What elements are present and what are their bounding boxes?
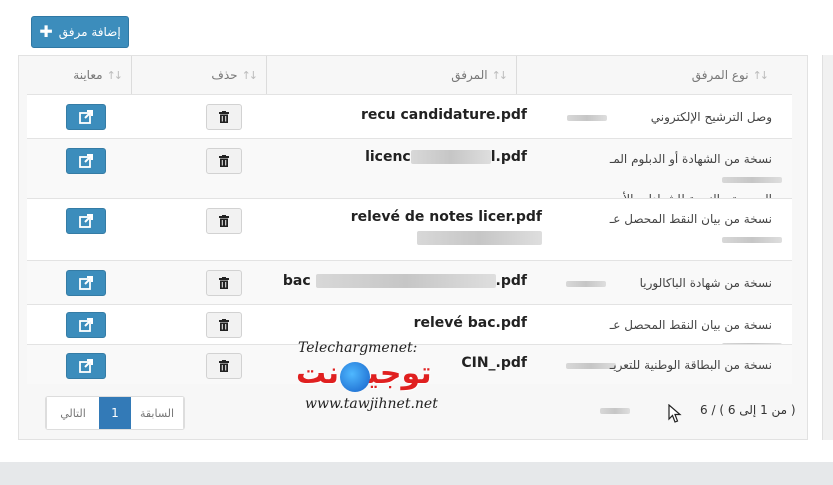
- trash-icon: [219, 215, 229, 227]
- sort-icon: ↓↑: [241, 68, 259, 82]
- header-type[interactable]: ↓↑ نوع المرفق: [517, 56, 807, 94]
- attachment-type: نسخة من البطاقة الوطنية للتعريـ: [562, 355, 772, 375]
- sort-icon: ↓↑: [491, 68, 509, 82]
- header-view[interactable]: ↓↑ معاينة: [19, 56, 132, 94]
- delete-button[interactable]: [206, 148, 242, 174]
- table-row: نسخة من الشهادة أو الدبلوم المـ الرسمية،…: [27, 138, 792, 206]
- sort-icon: ↓↑: [106, 68, 124, 82]
- pagination-prev[interactable]: السابقة: [131, 397, 184, 429]
- attachment-file[interactable]: licenc l.pdf: [247, 149, 527, 165]
- external-link-icon: [79, 359, 93, 373]
- trash-icon: [219, 111, 229, 123]
- pagination-info: ( من 1 إلى 6 ) / 6: [700, 403, 796, 417]
- delete-button[interactable]: [206, 270, 242, 296]
- external-link-icon: [79, 276, 93, 290]
- pagination-next[interactable]: التالي: [46, 397, 99, 429]
- redacted-text: [566, 114, 607, 121]
- attachment-file[interactable]: relevé bac.pdf: [247, 315, 527, 331]
- trash-icon: [219, 360, 229, 372]
- trash-icon: [219, 277, 229, 289]
- view-button[interactable]: [66, 148, 106, 174]
- view-button[interactable]: [66, 312, 106, 338]
- redacted-text: [565, 362, 616, 369]
- header-delete-label: حذف: [211, 68, 238, 82]
- redacted-text: [722, 176, 782, 183]
- mouse-cursor-icon: [668, 404, 682, 423]
- header-view-label: معاينة: [73, 68, 103, 82]
- delete-button[interactable]: [206, 208, 242, 234]
- delete-button[interactable]: [206, 104, 242, 130]
- redacted-text: [600, 408, 630, 414]
- delete-button[interactable]: [206, 312, 242, 338]
- table-row: نسخة من بيان النقط المحصل عـ relevé bac.…: [27, 304, 792, 349]
- external-link-icon: [79, 214, 93, 228]
- delete-button[interactable]: [206, 353, 242, 379]
- attachment-file[interactable]: bac .pdf: [247, 273, 527, 289]
- trash-icon: [219, 155, 229, 167]
- redacted-text: [565, 280, 606, 287]
- pagination-current[interactable]: 1: [99, 397, 131, 429]
- attachment-file[interactable]: relevé de notes licer.pdf: [252, 209, 542, 245]
- watermark-logo-icon: [340, 362, 370, 392]
- table-row: نسخة من بيان النقط المحصل عـ relevé de n…: [27, 198, 792, 260]
- attachment-type: وصل الترشيح الإلكتروني: [562, 107, 772, 127]
- external-link-icon: [79, 318, 93, 332]
- add-attachment-button[interactable]: إضافة مرفق ✚: [31, 16, 129, 48]
- trash-icon: [219, 319, 229, 331]
- view-button[interactable]: [66, 353, 106, 379]
- footer-area: [0, 462, 833, 485]
- view-button[interactable]: [66, 104, 106, 130]
- header-file[interactable]: ↓↑ المرفق: [267, 56, 517, 94]
- pagination: التالي 1 السابقة: [45, 396, 185, 430]
- attachment-type: نسخة من بيان النقط المحصل عـ: [562, 209, 782, 249]
- plus-icon: ✚: [39, 22, 53, 41]
- table-row: نسخة من شهادة الباكالوريا bac .pdf: [27, 260, 792, 304]
- table-row: وصل الترشيح الإلكتروني recu candidature.…: [27, 94, 792, 138]
- watermark-title: Telechargmenet:: [298, 340, 418, 356]
- external-link-icon: [79, 154, 93, 168]
- watermark-url: www.tawjihnet.net: [305, 396, 438, 412]
- attachment-type: نسخة من شهادة الباكالوريا: [562, 273, 772, 293]
- scroll-edge: [822, 55, 833, 440]
- sort-icon: ↓↑: [752, 68, 770, 82]
- add-attachment-label: إضافة مرفق: [58, 25, 121, 39]
- redacted-text: [410, 150, 491, 164]
- view-button[interactable]: [66, 270, 106, 296]
- redacted-text: [315, 274, 496, 288]
- header-type-label: نوع المرفق: [691, 68, 749, 82]
- attachment-file[interactable]: recu candidature.pdf: [247, 107, 527, 123]
- view-button[interactable]: [66, 208, 106, 234]
- redacted-text: [417, 231, 542, 245]
- redacted-text: [722, 236, 782, 243]
- external-link-icon: [79, 110, 93, 124]
- header-delete[interactable]: ↓↑ حذف: [132, 56, 267, 94]
- header-file-label: المرفق: [451, 68, 488, 82]
